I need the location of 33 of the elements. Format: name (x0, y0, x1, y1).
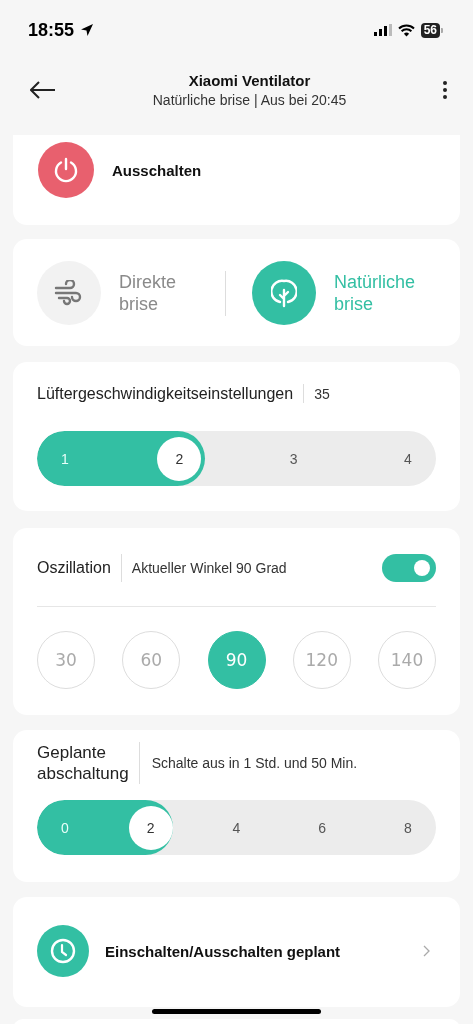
power-icon (53, 157, 79, 183)
location-arrow-icon (80, 23, 95, 37)
device-status: Natürliche brise | Aus bei 20:45 (152, 92, 347, 108)
more-button[interactable] (443, 81, 447, 99)
oscillation-toggle[interactable] (382, 554, 436, 582)
back-button[interactable] (30, 81, 56, 99)
step-slider[interactable]: 1 2 3 4 (37, 431, 436, 486)
section-title: Lüftergeschwindigkeitseinstellungen (37, 384, 294, 403)
wifi-icon (397, 23, 415, 37)
clock-time: 18:55 (28, 19, 75, 41)
power-button[interactable] (38, 142, 94, 198)
speed-value: 35 (314, 385, 330, 402)
battery-icon: 56 (420, 22, 443, 38)
device-title: Xiaomi Ventilator (188, 72, 311, 89)
leaf-icon (271, 278, 297, 308)
wind-icon (54, 280, 84, 306)
angle-status: Aktueller Winkel 90 Grad (131, 560, 287, 576)
more-options-icon (443, 81, 447, 99)
step-label[interactable]: 8 (386, 805, 430, 850)
step-slider[interactable]: 0 2 4 6 8 (37, 800, 436, 855)
power-label: Ausschalten (112, 161, 202, 179)
signal-icon (373, 24, 392, 36)
section-title: Geplante abschaltung (37, 742, 129, 784)
mode-button[interactable]: Direkte brise (37, 261, 225, 325)
clock-icon (49, 937, 77, 965)
timer-status: Schalte aus in 1 Std. und 50 Min. (151, 755, 358, 771)
chevron-right-icon (423, 945, 430, 957)
step-label[interactable]: 4 (214, 805, 259, 850)
section-title: Oszillation (37, 559, 111, 577)
step-label[interactable]: 4 (386, 436, 430, 481)
step-label[interactable]: 6 (300, 805, 345, 850)
step-label[interactable]: 3 (271, 436, 316, 481)
back-arrow-icon (30, 81, 56, 99)
